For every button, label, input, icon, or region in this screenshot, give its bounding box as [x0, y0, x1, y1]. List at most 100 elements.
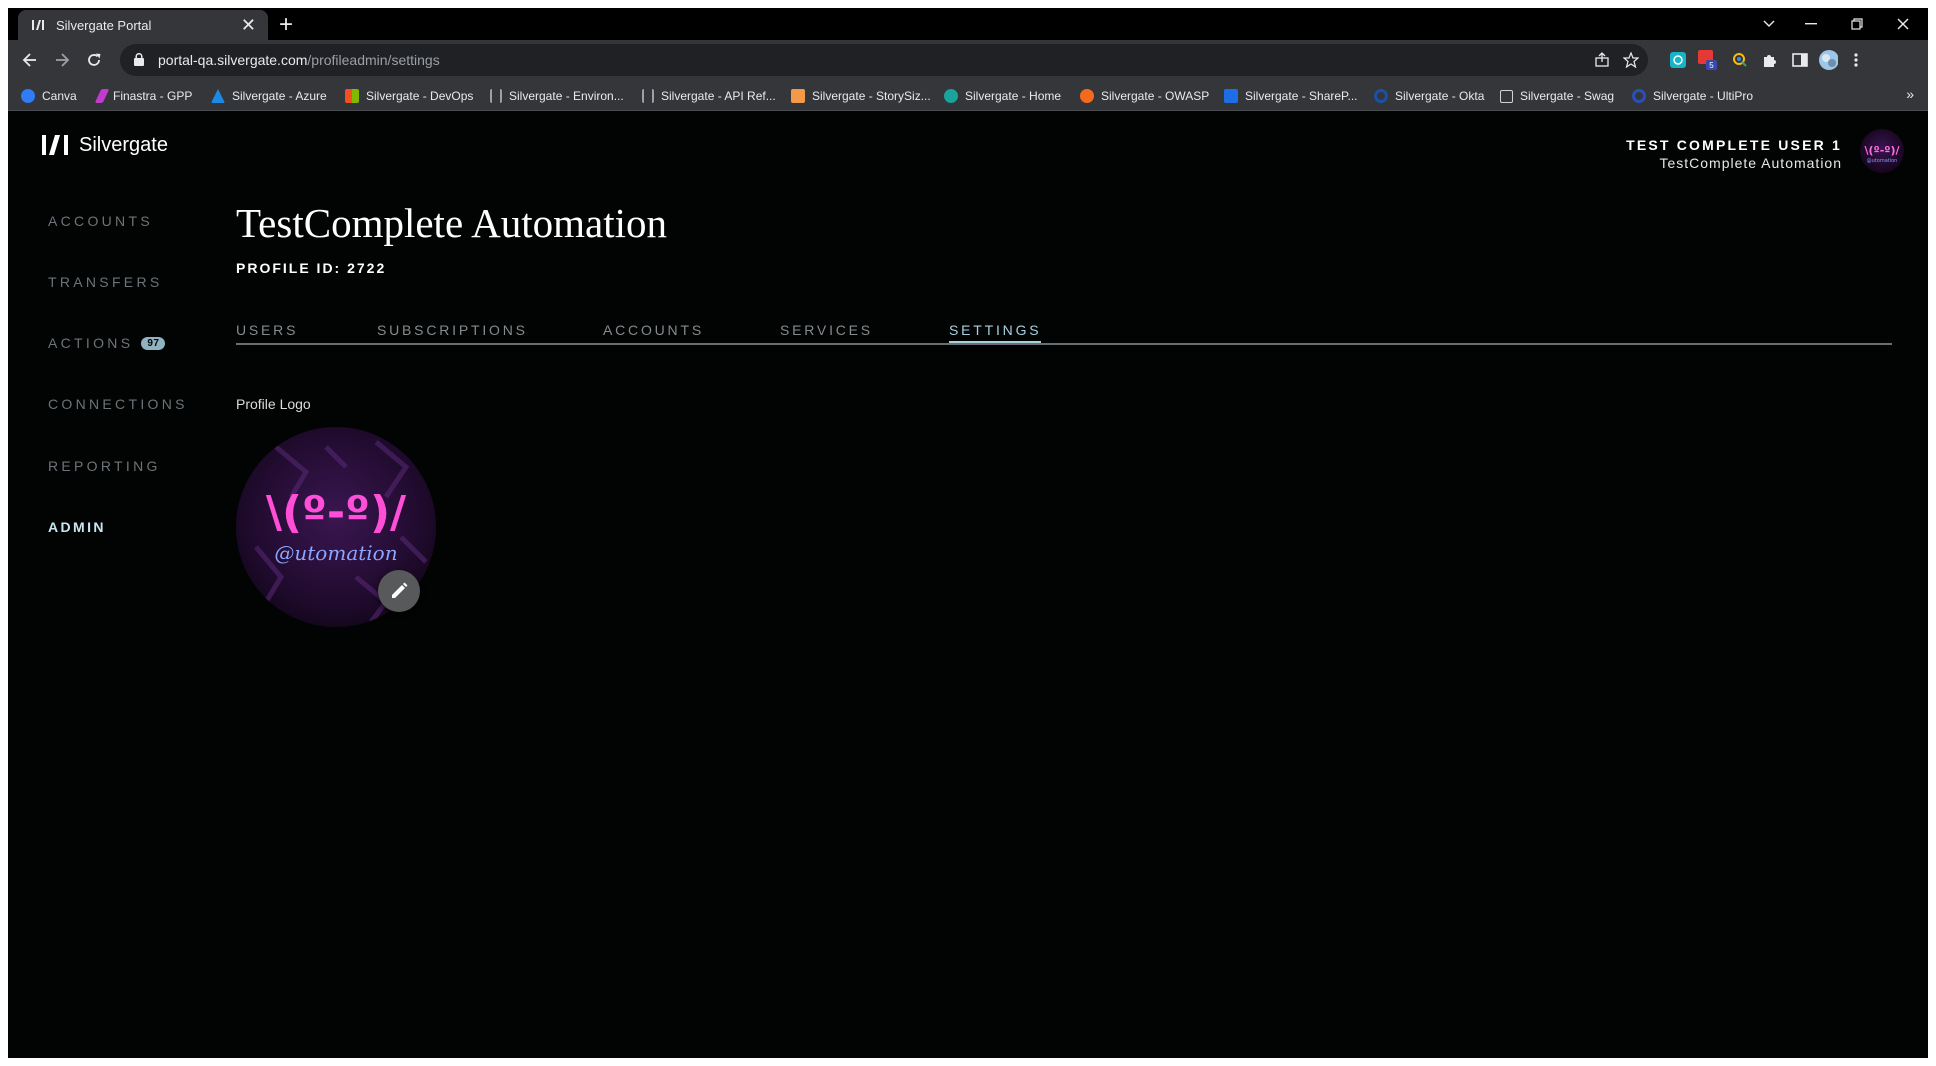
tab-users[interactable]: USERS: [236, 322, 298, 338]
extension-badge: 5: [1709, 61, 1714, 70]
browser-toolbar: portal-qa.silvergate.com/profileadmin/se…: [8, 40, 1928, 80]
minimize-icon[interactable]: [1788, 8, 1834, 40]
bookmark-label: Silvergate - DevOps: [366, 89, 474, 103]
ultipro-icon: [1632, 89, 1646, 103]
nav-accounts[interactable]: ACCOUNTS: [48, 213, 153, 229]
forward-icon[interactable]: [48, 46, 76, 74]
sharepoint-home-icon: [944, 89, 958, 103]
profile-avatar-icon[interactable]: [1818, 50, 1838, 70]
automation-logo-icon: \(º-º)/ @utomation: [1860, 129, 1904, 173]
back-icon[interactable]: [16, 46, 44, 74]
bookmark-3[interactable]: Silvergate - DevOps: [345, 87, 473, 105]
silvergate-favicon-icon: [32, 20, 44, 30]
bookmark-5[interactable]: Silvergate - API Ref...: [642, 87, 776, 105]
brand-name: Silvergate: [79, 133, 168, 156]
brand-logo[interactable]: Silvergate: [41, 133, 168, 157]
bookmark-6[interactable]: Silvergate - StorySiz...: [791, 87, 931, 105]
browser-tab[interactable]: Silvergate Portal ✕: [18, 10, 268, 40]
edit-logo-button[interactable]: [378, 570, 420, 612]
nav-transfers[interactable]: TRANSFERS: [48, 274, 163, 290]
browser-menu-icon[interactable]: [1846, 50, 1866, 70]
bookmark-label: Silvergate - API Ref...: [661, 89, 776, 103]
logo-subtext: @utomation: [274, 541, 397, 565]
extensions-puzzle-icon[interactable]: [1760, 50, 1780, 70]
browser-tab-strip: Silvergate Portal ✕ +: [8, 8, 1928, 40]
tab-close-icon[interactable]: ✕: [241, 16, 256, 34]
bookmark-label: Silvergate - OWASP: [1101, 89, 1210, 103]
bookmark-star-icon[interactable]: [1623, 52, 1639, 68]
close-window-icon[interactable]: [1880, 8, 1926, 40]
bookmark-label: Canva: [42, 89, 77, 103]
bookmark-label: Silvergate - Home: [965, 89, 1062, 103]
profile-logo: \(º-º)/ @utomation: [236, 427, 436, 627]
bookmark-1[interactable]: Finastra - GPP: [94, 87, 192, 105]
swag-icon: [1500, 89, 1513, 103]
bookmark-9[interactable]: Silvergate - ShareP...: [1224, 87, 1358, 105]
bookmark-12[interactable]: Silvergate - UltiPro: [1632, 87, 1753, 105]
side-panel-icon[interactable]: [1790, 50, 1810, 70]
bookmark-11[interactable]: Silvergate - Swag: [1500, 87, 1614, 105]
user-name: TEST COMPLETE USER 1: [1626, 137, 1842, 153]
profile-id: PROFILE ID: 2722: [236, 260, 387, 276]
page-title: TestComplete Automation: [236, 200, 668, 246]
tab-settings[interactable]: SETTINGS: [949, 322, 1042, 343]
microsoft-icon: [345, 89, 359, 103]
silvergate-icon: [642, 89, 654, 103]
actions-count-badge: 97: [141, 337, 166, 350]
browser-window: Silvergate Portal ✕ + portal-qa.silverga…: [8, 8, 1928, 1066]
bookmark-10[interactable]: Silvergate - Okta: [1374, 87, 1484, 105]
extension-grammar-icon[interactable]: [1668, 50, 1688, 70]
nav-actions[interactable]: ACTIONS 97: [48, 335, 166, 351]
tab-title: Silvergate Portal: [56, 17, 152, 33]
bookmark-0[interactable]: Canva: [21, 87, 77, 105]
user-organization: TestComplete Automation: [1659, 155, 1842, 171]
nav-reporting[interactable]: REPORTING: [48, 458, 161, 474]
portal-page: Silvergate ACCOUNTS TRANSFERS ACTIONS 97 …: [8, 111, 1928, 1066]
canva-icon: [21, 89, 35, 103]
silvergate-logo-icon: [42, 135, 68, 155]
url-host: portal-qa.silvergate.com: [158, 52, 308, 68]
restore-icon[interactable]: [1834, 8, 1880, 40]
pencil-icon: [392, 582, 408, 598]
bookmark-label: Silvergate - Swag: [1520, 89, 1615, 103]
silvergate-icon: [490, 89, 502, 103]
nav-connections[interactable]: CONNECTIONS: [48, 396, 188, 412]
azure-icon: [211, 89, 225, 103]
bookmark-label: Silvergate - ShareP...: [1245, 89, 1358, 103]
bookmark-label: Silvergate - Azure: [232, 89, 327, 103]
lock-icon[interactable]: [134, 53, 144, 66]
profile-tabs: USERS SUBSCRIPTIONS ACCOUNTS SERVICES SE…: [236, 316, 1892, 345]
tab-subscriptions[interactable]: SUBSCRIPTIONS: [377, 322, 528, 338]
share-icon[interactable]: [1594, 52, 1610, 68]
extension-calendar-icon[interactable]: 5: [1698, 50, 1718, 70]
user-menu[interactable]: TEST COMPLETE USER 1 TestComplete Automa…: [1626, 137, 1842, 171]
url-text: portal-qa.silvergate.com/profileadmin/se…: [158, 52, 440, 68]
nav-actions-label: ACTIONS: [48, 335, 134, 351]
profile-logo-label: Profile Logo: [236, 396, 311, 412]
bookmark-label: Silvergate - Okta: [1395, 89, 1485, 103]
owasp-icon: [1080, 89, 1094, 103]
taskbar-edge: [0, 1058, 1936, 1066]
bookmark-4[interactable]: Silvergate - Environ...: [490, 87, 624, 105]
tab-services[interactable]: SERVICES: [780, 322, 873, 338]
user-avatar[interactable]: \(º-º)/ @utomation: [1860, 129, 1904, 173]
tab-search-chevron-icon[interactable]: [1746, 8, 1792, 40]
bookmark-label: Silvergate - UltiPro: [1653, 89, 1754, 103]
extension-lens-icon[interactable]: [1730, 50, 1750, 70]
logo-glyph-text: \(º-º)/: [266, 487, 407, 538]
bookmark-2[interactable]: Silvergate - Azure: [211, 87, 327, 105]
bookmark-8[interactable]: Silvergate - OWASP: [1080, 87, 1209, 105]
finastra-icon: [94, 89, 110, 103]
new-tab-icon[interactable]: +: [272, 11, 300, 39]
nav-admin[interactable]: ADMIN: [48, 519, 106, 535]
tab-accounts[interactable]: ACCOUNTS: [603, 322, 704, 338]
bookmark-7[interactable]: Silvergate - Home: [944, 87, 1061, 105]
okta-icon: [1374, 89, 1388, 103]
address-bar[interactable]: portal-qa.silvergate.com/profileadmin/se…: [120, 44, 1648, 76]
bookmark-label: Silvergate - Environ...: [509, 89, 624, 103]
bookmarks-bar: Canva Finastra - GPP Silvergate - Azure …: [8, 80, 1928, 111]
reload-icon[interactable]: [80, 46, 108, 74]
bookmark-label: Silvergate - StorySiz...: [812, 89, 931, 103]
more-bookmarks-icon[interactable]: »: [1906, 86, 1914, 102]
avatar-logo-text: \(º-º)/: [1864, 144, 1900, 157]
